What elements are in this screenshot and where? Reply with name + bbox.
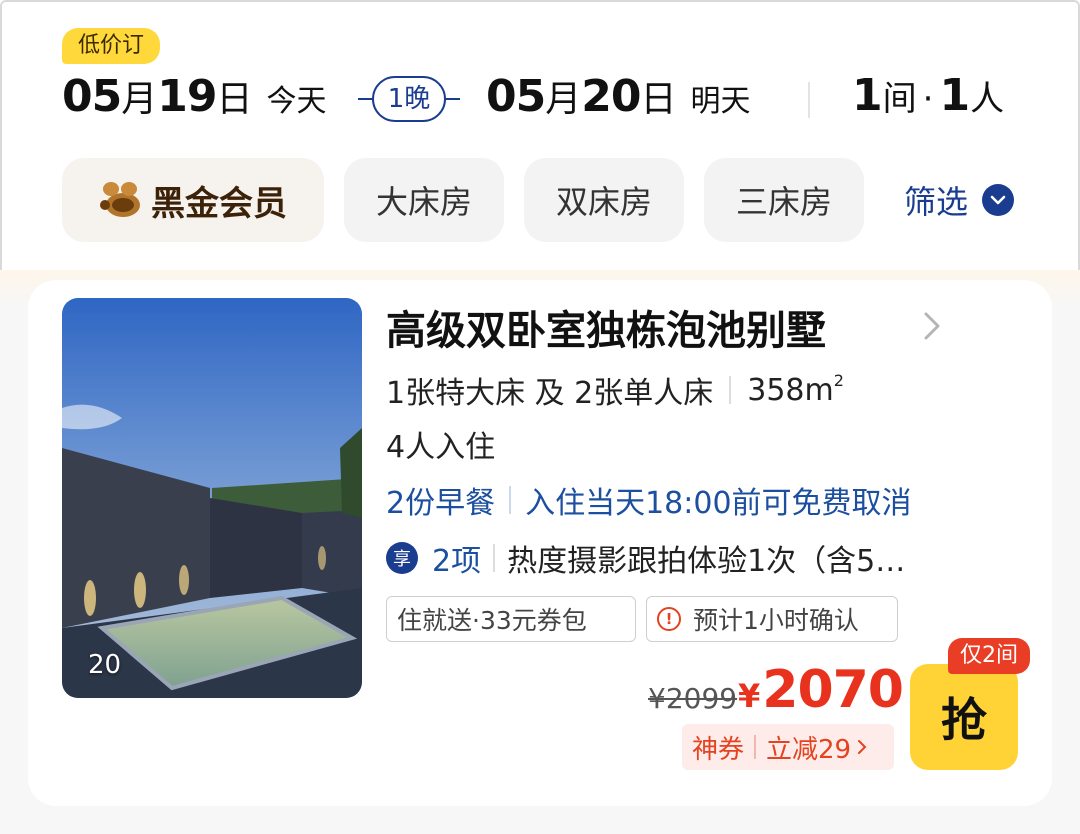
max-occupancy: 4人入住	[386, 430, 496, 465]
coupon-label: 神券	[692, 734, 745, 765]
divider	[493, 544, 496, 572]
current-price: ¥ 2070	[738, 660, 904, 720]
divider	[808, 82, 810, 118]
currency-symbol: ¥	[738, 677, 761, 715]
filter-chip-twin-bed[interactable]: 双床房	[524, 158, 684, 242]
breakfast-info: 2份早餐	[386, 486, 496, 521]
room-guest-selector[interactable]: 1 间 · 1 人	[852, 70, 1004, 130]
checkout-month-unit: 月	[545, 79, 582, 120]
nights-line-right	[444, 98, 460, 100]
checkout-day-unit: 日	[640, 79, 677, 120]
cancellation-policy: 入住当天18:00前可免费取消	[525, 486, 912, 521]
room-count: 1	[852, 70, 883, 121]
checkin-month-unit: 月	[121, 79, 158, 120]
photo-count: 20	[88, 650, 122, 680]
filter-label: 筛选	[904, 183, 969, 221]
filter-button[interactable]: 筛选	[904, 158, 1015, 242]
room-area-value: 358m	[747, 372, 834, 408]
room-area-unit-sup: 2	[833, 370, 844, 390]
guest-count: 1	[939, 70, 971, 121]
filter-chip-king-bed[interactable]: 大床房	[344, 158, 504, 242]
original-price: ¥2099	[648, 682, 738, 715]
policy-row: 2份早餐 入住当天18:00前可免费取消	[386, 478, 912, 522]
bed-info: 1张特大床 及 2张单人床 358m2	[386, 368, 844, 412]
chevron-right-icon	[857, 739, 867, 755]
chevron-right-icon[interactable]	[922, 310, 942, 346]
coupon-discount: 立减29	[766, 734, 852, 765]
book-button[interactable]: 抢	[910, 664, 1018, 770]
low-price-badge: 低价订	[62, 28, 161, 64]
warning-icon: !	[657, 607, 681, 631]
perk-count: 2项	[432, 544, 482, 579]
enjoy-badge-icon: 享	[386, 542, 418, 574]
black-gold-member-icon	[99, 180, 143, 220]
divider	[729, 376, 732, 404]
confirmation-time-label: 预计1小时确认	[693, 606, 859, 635]
date-selector[interactable]: 05 月 19 日 今天 1晚 05 月 20 日 明天 1 间 · 1 人	[62, 70, 1022, 130]
perk-description: 热度摄影跟拍体验1次（含5…	[507, 544, 906, 579]
room-unit: 间	[882, 79, 917, 119]
perks-row[interactable]: 享 2项 热度摄影跟拍体验1次（含5…	[386, 536, 905, 580]
price-value: 2070	[762, 660, 904, 720]
checkin-day: 19	[157, 71, 217, 122]
room-photo[interactable]	[62, 298, 362, 698]
guest-unit: 人	[970, 79, 1005, 119]
filter-chip-triple-bed[interactable]: 三床房	[704, 158, 864, 242]
checkin-day-unit: 日	[216, 79, 253, 120]
checkout-day: 20	[581, 71, 641, 122]
bed-config: 1张特大床 及 2张单人床	[386, 376, 714, 411]
stock-badge: 仅2间	[948, 638, 1030, 674]
checkin-month: 05	[62, 71, 122, 122]
checkout-month: 05	[486, 71, 546, 122]
filter-chip-black-gold-member[interactable]: 黑金会员	[62, 158, 324, 242]
chevron-down-icon	[982, 184, 1015, 216]
room-filter-bar: 黑金会员 大床房 双床房 三床房 筛选	[62, 158, 1022, 242]
nights-indicator: 1晚	[358, 76, 462, 122]
room-title[interactable]: 高级双卧室独栋泡池别墅	[386, 298, 826, 358]
occupancy-separator: ·	[922, 79, 934, 119]
gift-coupon-tag: 住就送·33元券包	[386, 596, 636, 642]
divider	[509, 486, 512, 514]
divider	[754, 735, 757, 759]
checkin-weekday: 今天	[266, 84, 327, 119]
checkout-weekday: 明天	[690, 84, 751, 119]
checkin-date[interactable]: 05 月 19 日 今天	[62, 70, 327, 130]
nights-pill: 1晚	[372, 76, 446, 122]
confirmation-time-tag: ! 预计1小时确认	[646, 596, 898, 642]
coupon-discount-button[interactable]: 神券 立减29	[682, 724, 894, 770]
member-label: 黑金会员	[151, 183, 287, 224]
room-area: 358m2	[747, 370, 844, 408]
checkout-date[interactable]: 05 月 20 日 明天	[486, 70, 751, 130]
